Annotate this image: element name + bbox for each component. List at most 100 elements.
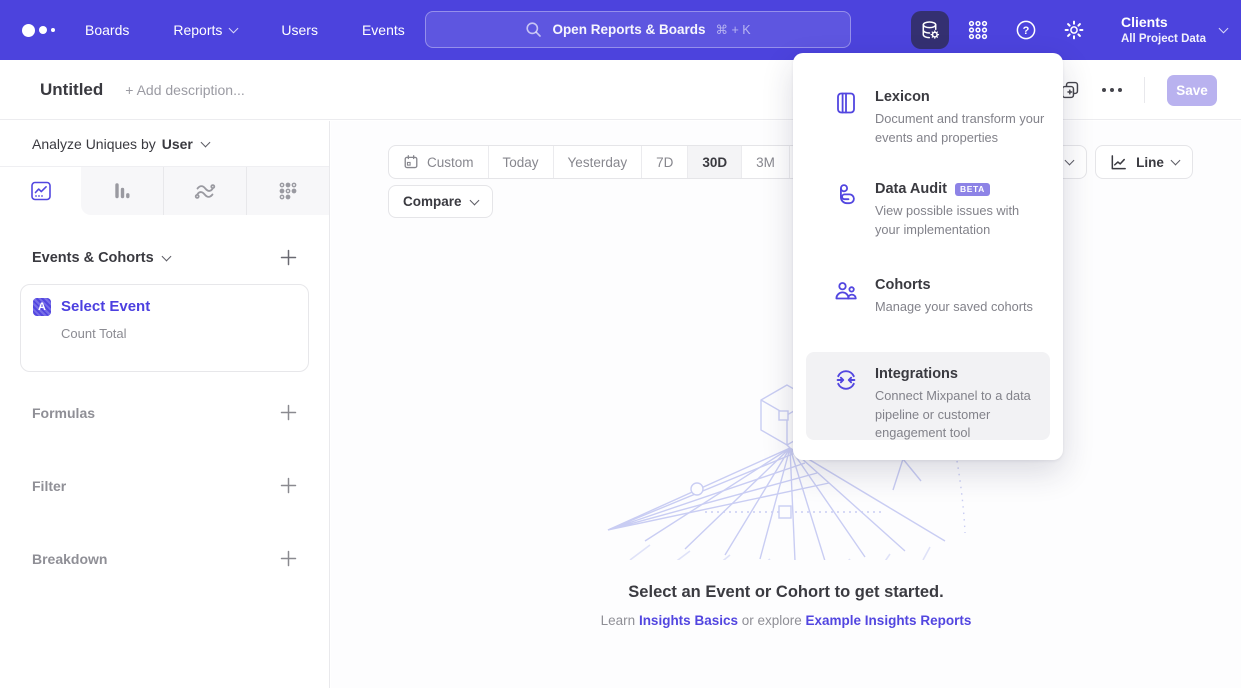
more-options-button[interactable] xyxy=(1102,88,1122,92)
add-filter-button[interactable] xyxy=(280,477,297,494)
add-description[interactable]: + Add description... xyxy=(125,82,244,98)
nav-events[interactable]: Events xyxy=(362,22,405,38)
range-3m[interactable]: 3M xyxy=(741,146,789,178)
org-name: Clients xyxy=(1121,14,1206,32)
select-event-label[interactable]: Select Event xyxy=(61,296,150,318)
empty-state-subtext: Learn Insights Basics or explore Example… xyxy=(331,613,1241,628)
report-title[interactable]: Untitled xyxy=(40,80,103,100)
menu-description: Connect Mixpanel to a data pipeline or c… xyxy=(875,387,1036,443)
series-badge: A xyxy=(33,298,51,316)
data-management-button[interactable] xyxy=(911,11,949,49)
bar-chart-icon xyxy=(110,179,134,203)
tab-bar-chart[interactable] xyxy=(81,167,163,215)
global-search[interactable]: Open Reports & Boards ⌘ + K xyxy=(425,11,851,48)
chevron-down-icon xyxy=(1219,24,1229,34)
search-icon xyxy=(525,21,542,38)
menu-item-cohorts[interactable]: Cohorts Manage your saved cohorts xyxy=(793,277,1063,317)
menu-title: Integrations xyxy=(875,366,1036,383)
chevron-down-icon xyxy=(161,251,171,261)
tab-metrics[interactable] xyxy=(246,167,329,215)
search-shortcut: ⌘ + K xyxy=(715,22,750,37)
visualization-tabs xyxy=(0,167,329,215)
chevron-down-icon xyxy=(229,24,239,34)
count-total-dropdown[interactable]: Count Total xyxy=(61,326,150,341)
top-nav: Boards Reports Users Events Open Reports… xyxy=(0,0,1241,60)
events-cohorts-header: Events & Cohorts xyxy=(32,249,297,266)
gear-icon xyxy=(1063,19,1085,41)
cohorts-icon xyxy=(833,278,859,304)
mixpanel-insights-app: Boards Reports Users Events Open Reports… xyxy=(0,0,1241,688)
nav-users[interactable]: Users xyxy=(281,22,318,38)
breakdown-label: Breakdown xyxy=(32,551,107,567)
tab-line-chart[interactable] xyxy=(0,167,81,215)
chevron-down-icon xyxy=(1065,156,1075,166)
empty-middle: or explore xyxy=(738,613,806,628)
range-custom-label: Custom xyxy=(427,155,474,170)
formulas-label: Formulas xyxy=(32,405,95,421)
flow-chart-icon xyxy=(193,179,217,203)
nav-reports-label: Reports xyxy=(173,22,222,38)
mixpanel-logo[interactable] xyxy=(22,24,55,37)
menu-description: Manage your saved cohorts xyxy=(875,298,1047,317)
event-card[interactable]: A Select Event Count Total xyxy=(20,284,309,372)
analyze-value-dropdown[interactable]: User xyxy=(162,136,193,152)
chart-area: Custom Today Yesterday 7D 30D 3M 6M Comp… xyxy=(331,121,1241,688)
svg-text:?: ? xyxy=(1023,25,1030,37)
chevron-down-icon xyxy=(200,137,210,147)
add-breakdown-button[interactable] xyxy=(280,550,297,567)
menu-description: View possible issues with your implement… xyxy=(875,202,1047,239)
range-custom[interactable]: Custom xyxy=(389,146,488,178)
range-7d[interactable]: 7D xyxy=(641,146,687,178)
help-icon: ? xyxy=(1015,19,1037,41)
menu-title: Lexicon xyxy=(875,89,1047,106)
chart-type-dropdown[interactable]: Line xyxy=(1095,145,1193,179)
settings-button[interactable] xyxy=(1055,11,1093,49)
add-event-button[interactable] xyxy=(280,249,297,266)
help-button[interactable]: ? xyxy=(1007,11,1045,49)
empty-prefix: Learn xyxy=(601,613,639,628)
example-reports-link[interactable]: Example Insights Reports xyxy=(806,613,972,628)
menu-item-data-audit[interactable]: Data Audit BETA View possible issues wit… xyxy=(793,181,1063,239)
add-formula-button[interactable] xyxy=(280,404,297,421)
analyze-row: Analyze Uniques by User xyxy=(0,121,329,167)
plus-icon xyxy=(280,550,297,567)
empty-state-heading: Select an Event or Cohort to get started… xyxy=(331,583,1241,602)
compare-dropdown[interactable]: Compare xyxy=(388,185,493,218)
tab-flow-chart[interactable] xyxy=(163,167,246,215)
insights-basics-link[interactable]: Insights Basics xyxy=(639,613,738,628)
formulas-section: Formulas xyxy=(32,404,297,421)
analyze-label: Analyze Uniques by xyxy=(32,136,156,152)
menu-item-integrations[interactable]: Integrations Connect Mixpanel to a data … xyxy=(806,352,1050,440)
range-yesterday[interactable]: Yesterday xyxy=(553,146,642,178)
report-actions: Save xyxy=(1060,60,1217,120)
date-range-control: Custom Today Yesterday 7D 30D 3M 6M xyxy=(388,145,838,179)
data-audit-icon xyxy=(833,182,859,208)
apps-grid-button[interactable] xyxy=(959,11,997,49)
search-placeholder: Open Reports & Boards xyxy=(552,22,705,37)
nav-boards[interactable]: Boards xyxy=(85,22,129,38)
plus-icon xyxy=(280,249,297,266)
calendar-icon xyxy=(403,154,419,170)
project-switcher[interactable]: Clients All Project Data xyxy=(1121,14,1227,46)
events-cohorts-label[interactable]: Events & Cohorts xyxy=(32,250,154,266)
divider xyxy=(1144,77,1145,103)
range-30d[interactable]: 30D xyxy=(687,146,741,178)
menu-title-text: Data Audit xyxy=(875,181,947,198)
beta-badge: BETA xyxy=(955,183,990,197)
metric-grid-icon xyxy=(276,179,300,203)
menu-description: Document and transform your events and p… xyxy=(875,110,1047,147)
duplicate-icon[interactable] xyxy=(1060,80,1080,100)
project-name: All Project Data xyxy=(1121,32,1206,46)
nav-reports[interactable]: Reports xyxy=(173,22,237,38)
range-today[interactable]: Today xyxy=(488,146,553,178)
apps-grid-icon xyxy=(967,19,989,41)
filter-label: Filter xyxy=(32,478,66,494)
breakdown-section: Breakdown xyxy=(32,550,297,567)
menu-item-lexicon[interactable]: Lexicon Document and transform your even… xyxy=(793,89,1063,147)
save-button[interactable]: Save xyxy=(1167,75,1217,106)
compare-label: Compare xyxy=(403,194,462,209)
plus-icon xyxy=(280,404,297,421)
data-management-menu: Lexicon Document and transform your even… xyxy=(793,53,1063,460)
menu-title: Data Audit BETA xyxy=(875,181,1047,198)
query-sidebar: Analyze Uniques by User xyxy=(0,121,330,688)
